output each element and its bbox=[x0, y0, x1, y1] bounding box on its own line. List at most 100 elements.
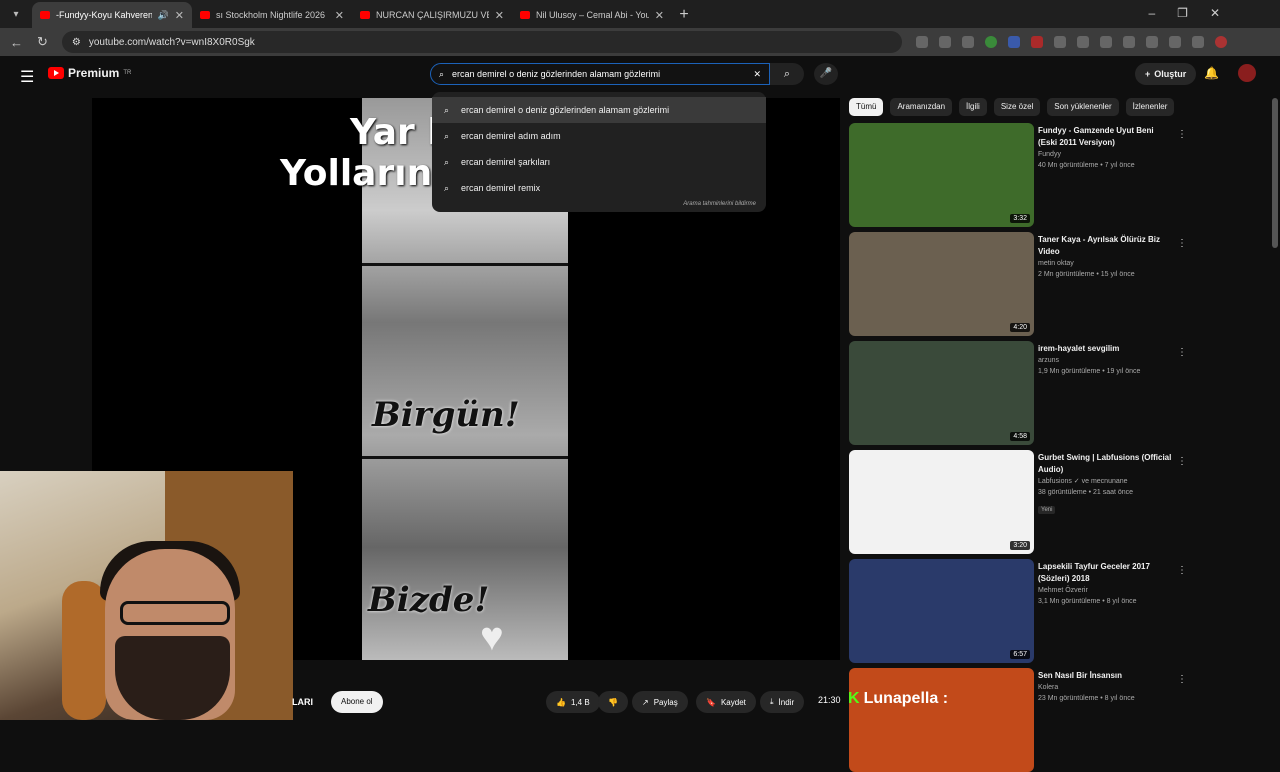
video-title[interactable]: Fundyy - Gamzende Uyut Beni (Eski 2011 V… bbox=[1038, 125, 1173, 149]
video-duration: 4:58 bbox=[1010, 432, 1030, 441]
video-thumbnail[interactable]: 4:58 bbox=[849, 341, 1034, 445]
close-window-icon[interactable]: ✕ bbox=[1210, 6, 1220, 20]
bookmark-star-icon[interactable] bbox=[961, 36, 974, 48]
video-thumbnail[interactable]: 6:57 bbox=[849, 559, 1034, 663]
extension-icon[interactable] bbox=[1030, 36, 1043, 48]
close-tab-icon[interactable]: ✕ bbox=[655, 9, 664, 22]
video-thumbnail[interactable]: 3:20 bbox=[849, 450, 1034, 554]
chip-from-search[interactable]: Aramanızdan bbox=[890, 98, 953, 116]
close-tab-icon[interactable]: ✕ bbox=[495, 9, 504, 22]
recommendation-item[interactable]: 6:57 Lapsekili Tayfur Geceler 2017 (Sözle… bbox=[849, 559, 1189, 663]
video-thumbnail[interactable] bbox=[849, 668, 1034, 772]
subscribe-button[interactable]: Abone ol bbox=[331, 691, 383, 713]
save-button[interactable]: 🔖 Kaydet bbox=[696, 691, 756, 713]
more-options-icon[interactable]: ⋮ bbox=[1177, 456, 1187, 467]
extension-icon[interactable] bbox=[1053, 36, 1066, 48]
video-title[interactable]: Taner Kaya - Ayrılsak Ölürüz Biz Video bbox=[1038, 234, 1173, 258]
restore-icon[interactable]: ❐ bbox=[1177, 6, 1188, 20]
recommendation-item[interactable]: 3:32 Fundyy - Gamzende Uyut Beni (Eski 20… bbox=[849, 123, 1189, 227]
browser-tab[interactable]: NURCAN ÇALIŞIRMUZU VER A ✕ bbox=[352, 2, 512, 28]
clear-search-icon[interactable]: ✕ bbox=[753, 69, 761, 80]
chip-recently-uploaded[interactable]: Son yüklenenler bbox=[1047, 98, 1119, 116]
channel-name[interactable]: Mehmet Özverir bbox=[1038, 585, 1173, 596]
menu-icon[interactable] bbox=[1191, 36, 1204, 48]
recommendation-item[interactable]: 4:20 Taner Kaya - Ayrılsak Ölürüz Biz Vid… bbox=[849, 232, 1189, 336]
download-button[interactable]: ⤓ İndir bbox=[760, 691, 805, 713]
site-info-icon[interactable]: ⚙ bbox=[72, 37, 81, 48]
browser-tab[interactable]: sı Stockholm Nightlife 2026 🔥 ✕ bbox=[192, 2, 352, 28]
report-predictions-link[interactable]: Arama tahminlerini bildirme bbox=[683, 201, 756, 207]
video-title[interactable]: Gurbet Swing | Labfusions (Official Audi… bbox=[1038, 452, 1173, 476]
recommendation-item[interactable]: 3:20 Gurbet Swing | Labfusions (Official … bbox=[849, 450, 1189, 554]
search-suggestion[interactable]: ⌕ ercan demirel o deniz gözlerinden alam… bbox=[432, 97, 766, 123]
video-info: Gurbet Swing | Labfusions (Official Audi… bbox=[1038, 452, 1173, 516]
video-duration: 3:32 bbox=[1010, 214, 1030, 223]
more-options-icon[interactable]: ⋮ bbox=[1177, 674, 1187, 685]
create-button[interactable]: + Oluştur bbox=[1135, 63, 1197, 85]
like-button[interactable]: 👍 1,4 B bbox=[546, 691, 600, 713]
share-button[interactable]: ↗ Paylaş bbox=[632, 691, 688, 713]
search-suggestions-dropdown: ⌕ ercan demirel o deniz gözlerinden alam… bbox=[432, 92, 766, 212]
new-tab-button[interactable]: + bbox=[672, 2, 696, 28]
channel-name[interactable]: arzuns bbox=[1038, 355, 1173, 366]
page-scrollbar[interactable] bbox=[1272, 98, 1278, 248]
search-suggestion[interactable]: ⌕ ercan demirel remix bbox=[432, 175, 766, 201]
speaker-icon[interactable]: 🔊 bbox=[158, 10, 169, 21]
notifications-bell-icon[interactable]: 🔔 bbox=[1204, 66, 1219, 80]
search-input[interactable] bbox=[452, 69, 746, 79]
chip-for-you[interactable]: Size özel bbox=[993, 98, 1041, 116]
hamburger-menu-icon[interactable]: ☰ bbox=[20, 67, 34, 87]
extension-icon[interactable] bbox=[1007, 36, 1020, 48]
voice-search-mic-icon[interactable]: 🎤 bbox=[814, 63, 838, 85]
recommendation-item[interactable]: 4:58 irem-hayalet sevgilim arzuns 1,9 Mn gö… bbox=[849, 341, 1189, 445]
recommendation-item[interactable]: Sen Nasıl Bir İnsansın Kolera 23 Mn görünt… bbox=[849, 668, 1189, 772]
address-bar[interactable]: ⚙ youtube.com/watch?v=wnI8X0R0Sgk bbox=[61, 31, 902, 53]
chip-related[interactable]: İlgili bbox=[959, 98, 987, 116]
more-options-icon[interactable]: ⋮ bbox=[1177, 238, 1187, 249]
video-title[interactable]: Sen Nasıl Bir İnsansın bbox=[1038, 670, 1173, 682]
search-suggestion[interactable]: ⌕ ercan demirel şarkıları bbox=[432, 149, 766, 175]
share-icon: ↗ bbox=[642, 697, 649, 707]
tab-title: sı Stockholm Nightlife 2026 🔥 bbox=[216, 9, 329, 20]
chip-all[interactable]: Tümü bbox=[849, 98, 884, 116]
download-icon[interactable] bbox=[1168, 36, 1181, 48]
channel-name-fragment[interactable]: LARI bbox=[292, 691, 313, 713]
channel-name[interactable]: metin oktay bbox=[1038, 258, 1173, 269]
more-options-icon[interactable]: ⋮ bbox=[1177, 347, 1187, 358]
video-meta: 3,1 Mn görüntüleme • 8 yıl önce bbox=[1038, 598, 1137, 605]
minimize-icon[interactable]: – bbox=[1148, 6, 1155, 20]
account-avatar[interactable] bbox=[1238, 64, 1256, 82]
video-thumbnail[interactable]: 4:20 bbox=[849, 232, 1034, 336]
search-suggestion[interactable]: ⌕ ercan demirel adım adım bbox=[432, 123, 766, 149]
plus-icon: + bbox=[1145, 69, 1151, 79]
youtube-logo[interactable]: Premium TR bbox=[48, 66, 131, 80]
search-button[interactable]: ⌕ bbox=[770, 63, 804, 85]
dislike-button[interactable]: 👎 bbox=[598, 691, 628, 713]
more-options-icon[interactable]: ⋮ bbox=[1177, 129, 1187, 140]
channel-name[interactable]: Fundyy bbox=[1038, 149, 1173, 160]
more-options-icon[interactable]: ⋮ bbox=[1177, 565, 1187, 576]
close-tab-icon[interactable]: ✕ bbox=[175, 9, 184, 22]
channel-name[interactable]: Kolera bbox=[1038, 682, 1173, 693]
zoom-icon[interactable] bbox=[915, 36, 928, 48]
extension-icon[interactable] bbox=[984, 36, 997, 48]
extensions-puzzle-icon[interactable] bbox=[1099, 36, 1112, 48]
video-title[interactable]: Lapsekili Tayfur Geceler 2017 (Sözleri) … bbox=[1038, 561, 1173, 585]
streamer-webcam bbox=[0, 471, 293, 720]
back-icon[interactable]: ← bbox=[10, 35, 23, 50]
video-title[interactable]: irem-hayalet sevgilim bbox=[1038, 343, 1173, 355]
install-icon[interactable] bbox=[938, 36, 951, 48]
sidepanel-icon[interactable] bbox=[1122, 36, 1135, 48]
close-tab-icon[interactable]: ✕ bbox=[335, 9, 344, 22]
chip-watched[interactable]: İzlenenler bbox=[1125, 98, 1175, 116]
reload-icon[interactable]: ↻ bbox=[37, 34, 48, 50]
tab-search-icon[interactable]: ▾ bbox=[0, 2, 32, 28]
translate-icon[interactable] bbox=[1145, 36, 1158, 48]
extension-icon[interactable] bbox=[1076, 36, 1089, 48]
browser-tab[interactable]: -Fundyy-Koyu Kahverengi ( 🔊 ✕ bbox=[32, 2, 192, 28]
channel-name[interactable]: Labfusions ✓ ve mecnunane bbox=[1038, 476, 1173, 487]
search-box[interactable]: ⌕ ✕ bbox=[430, 63, 770, 85]
profile-icon[interactable] bbox=[1214, 36, 1227, 48]
video-thumbnail[interactable]: 3:32 bbox=[849, 123, 1034, 227]
browser-tab[interactable]: Nil Ulusoy – Cemal Abi - YouTu ✕ bbox=[512, 2, 672, 28]
